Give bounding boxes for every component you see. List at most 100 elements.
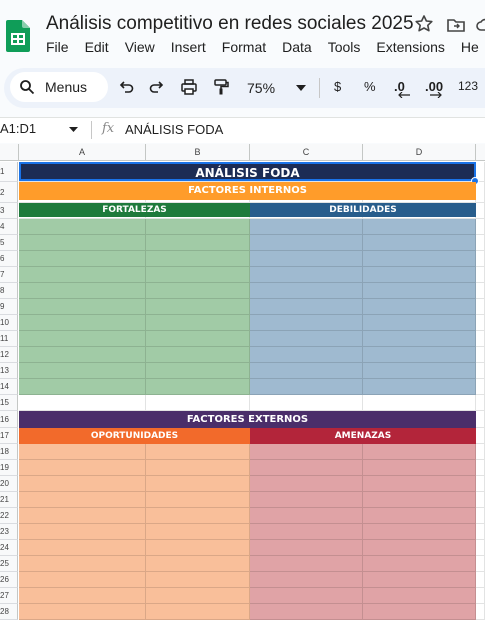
grid-cell[interactable] bbox=[476, 444, 485, 460]
swot-cell[interactable] bbox=[363, 508, 476, 524]
swot-cell[interactable] bbox=[363, 267, 476, 283]
grid-cell[interactable] bbox=[476, 283, 485, 299]
menu-edit[interactable]: Edit bbox=[85, 39, 109, 55]
swot-cell[interactable] bbox=[146, 572, 250, 588]
swot-cell[interactable] bbox=[146, 251, 250, 267]
swot-cell[interactable] bbox=[250, 299, 363, 315]
grid-cell[interactable] bbox=[476, 524, 485, 540]
swot-cell[interactable] bbox=[19, 331, 146, 347]
number-format-button[interactable]: 123 bbox=[458, 79, 478, 93]
menu-extensions[interactable]: Extensions bbox=[376, 39, 444, 55]
swot-cell[interactable] bbox=[250, 524, 363, 540]
row-header[interactable]: 2 bbox=[0, 182, 18, 203]
swot-cell[interactable] bbox=[363, 251, 476, 267]
grid-cell[interactable] bbox=[476, 395, 485, 411]
swot-cell[interactable] bbox=[146, 299, 250, 315]
grid-cell[interactable] bbox=[250, 395, 363, 411]
row-header[interactable]: 9 bbox=[0, 299, 18, 315]
swot-cell[interactable] bbox=[146, 540, 250, 556]
swot-cell[interactable] bbox=[363, 331, 476, 347]
swot-cell[interactable] bbox=[250, 379, 363, 395]
grid-cell[interactable] bbox=[476, 267, 485, 283]
swot-cell[interactable] bbox=[19, 379, 146, 395]
menu-insert[interactable]: Insert bbox=[171, 39, 206, 55]
row-header[interactable]: 8 bbox=[0, 283, 18, 299]
column-header-d[interactable]: D bbox=[363, 144, 476, 161]
menu-view[interactable]: View bbox=[125, 39, 155, 55]
swot-cell[interactable] bbox=[19, 604, 146, 620]
swot-cell[interactable] bbox=[250, 476, 363, 492]
row-header[interactable]: 24 bbox=[0, 540, 18, 556]
swot-cell[interactable] bbox=[250, 460, 363, 476]
row-header[interactable]: 3 bbox=[0, 203, 18, 219]
grid-cell[interactable] bbox=[476, 182, 485, 203]
swot-cell[interactable] bbox=[363, 476, 476, 492]
move-folder-icon[interactable] bbox=[446, 15, 466, 35]
row-header[interactable]: 1 bbox=[0, 162, 18, 182]
swot-cell[interactable] bbox=[363, 363, 476, 379]
select-all-corner[interactable] bbox=[0, 144, 19, 161]
swot-cell[interactable] bbox=[363, 379, 476, 395]
grid-cell[interactable] bbox=[476, 556, 485, 572]
swot-cell[interactable] bbox=[146, 219, 250, 235]
chevron-down-icon[interactable] bbox=[69, 127, 78, 132]
row-header[interactable]: 12 bbox=[0, 347, 18, 363]
swot-cell[interactable] bbox=[146, 267, 250, 283]
grid-cell[interactable] bbox=[146, 395, 250, 411]
swot-cell[interactable] bbox=[19, 572, 146, 588]
swot-cell[interactable] bbox=[146, 556, 250, 572]
swot-cell[interactable] bbox=[19, 444, 146, 460]
row-header[interactable]: 10 bbox=[0, 315, 18, 331]
grid-cell[interactable] bbox=[19, 395, 146, 411]
swot-cell[interactable] bbox=[19, 235, 146, 251]
row-header[interactable]: 13 bbox=[0, 363, 18, 379]
swot-cell[interactable] bbox=[146, 315, 250, 331]
cloud-status-icon[interactable] bbox=[476, 15, 485, 35]
swot-cell[interactable] bbox=[146, 492, 250, 508]
swot-cell[interactable] bbox=[250, 444, 363, 460]
column-header-c[interactable]: C bbox=[250, 144, 363, 161]
swot-cell[interactable] bbox=[363, 347, 476, 363]
menu-data[interactable]: Data bbox=[282, 39, 312, 55]
swot-cell[interactable] bbox=[19, 363, 146, 379]
swot-cell[interactable] bbox=[19, 508, 146, 524]
swot-cell[interactable] bbox=[19, 556, 146, 572]
row-header[interactable]: 11 bbox=[0, 331, 18, 347]
grid-cell[interactable] bbox=[476, 235, 485, 251]
swot-cell[interactable] bbox=[363, 460, 476, 476]
swot-cell[interactable] bbox=[363, 588, 476, 604]
swot-cell[interactable] bbox=[250, 604, 363, 620]
swot-cell[interactable] bbox=[146, 604, 250, 620]
grid-cell[interactable] bbox=[476, 508, 485, 524]
row-header[interactable]: 15 bbox=[0, 395, 18, 411]
swot-cell[interactable] bbox=[250, 492, 363, 508]
swot-cell[interactable] bbox=[250, 235, 363, 251]
swot-cell[interactable] bbox=[19, 283, 146, 299]
name-box[interactable]: A1:D1 bbox=[0, 121, 36, 136]
column-header-b[interactable]: B bbox=[146, 144, 250, 161]
grid-cell[interactable] bbox=[476, 572, 485, 588]
grid-cell[interactable] bbox=[476, 219, 485, 235]
row-header[interactable]: 14 bbox=[0, 379, 18, 395]
swot-title[interactable]: ANÁLISIS FODA bbox=[19, 162, 476, 181]
swot-cell[interactable] bbox=[363, 524, 476, 540]
swot-cell[interactable] bbox=[146, 444, 250, 460]
swot-cell[interactable] bbox=[363, 540, 476, 556]
row-header[interactable]: 19 bbox=[0, 460, 18, 476]
swot-cell[interactable] bbox=[19, 460, 146, 476]
swot-cell[interactable] bbox=[363, 604, 476, 620]
row-header[interactable]: 28 bbox=[0, 604, 18, 620]
formula-input[interactable]: ANÁLISIS FODA bbox=[125, 122, 223, 137]
grid-cell[interactable] bbox=[476, 460, 485, 476]
grid-cell[interactable] bbox=[476, 363, 485, 379]
grid-cell[interactable] bbox=[363, 395, 476, 411]
swot-cell[interactable] bbox=[19, 540, 146, 556]
grid-cell[interactable] bbox=[476, 540, 485, 556]
grid-cell[interactable] bbox=[476, 604, 485, 620]
swot-cell[interactable] bbox=[250, 588, 363, 604]
column-header-e[interactable] bbox=[476, 144, 485, 161]
column-header-a[interactable]: A bbox=[19, 144, 146, 161]
zoom-select[interactable]: 75% bbox=[247, 80, 275, 96]
swot-cell[interactable] bbox=[146, 235, 250, 251]
swot-cell[interactable] bbox=[19, 315, 146, 331]
